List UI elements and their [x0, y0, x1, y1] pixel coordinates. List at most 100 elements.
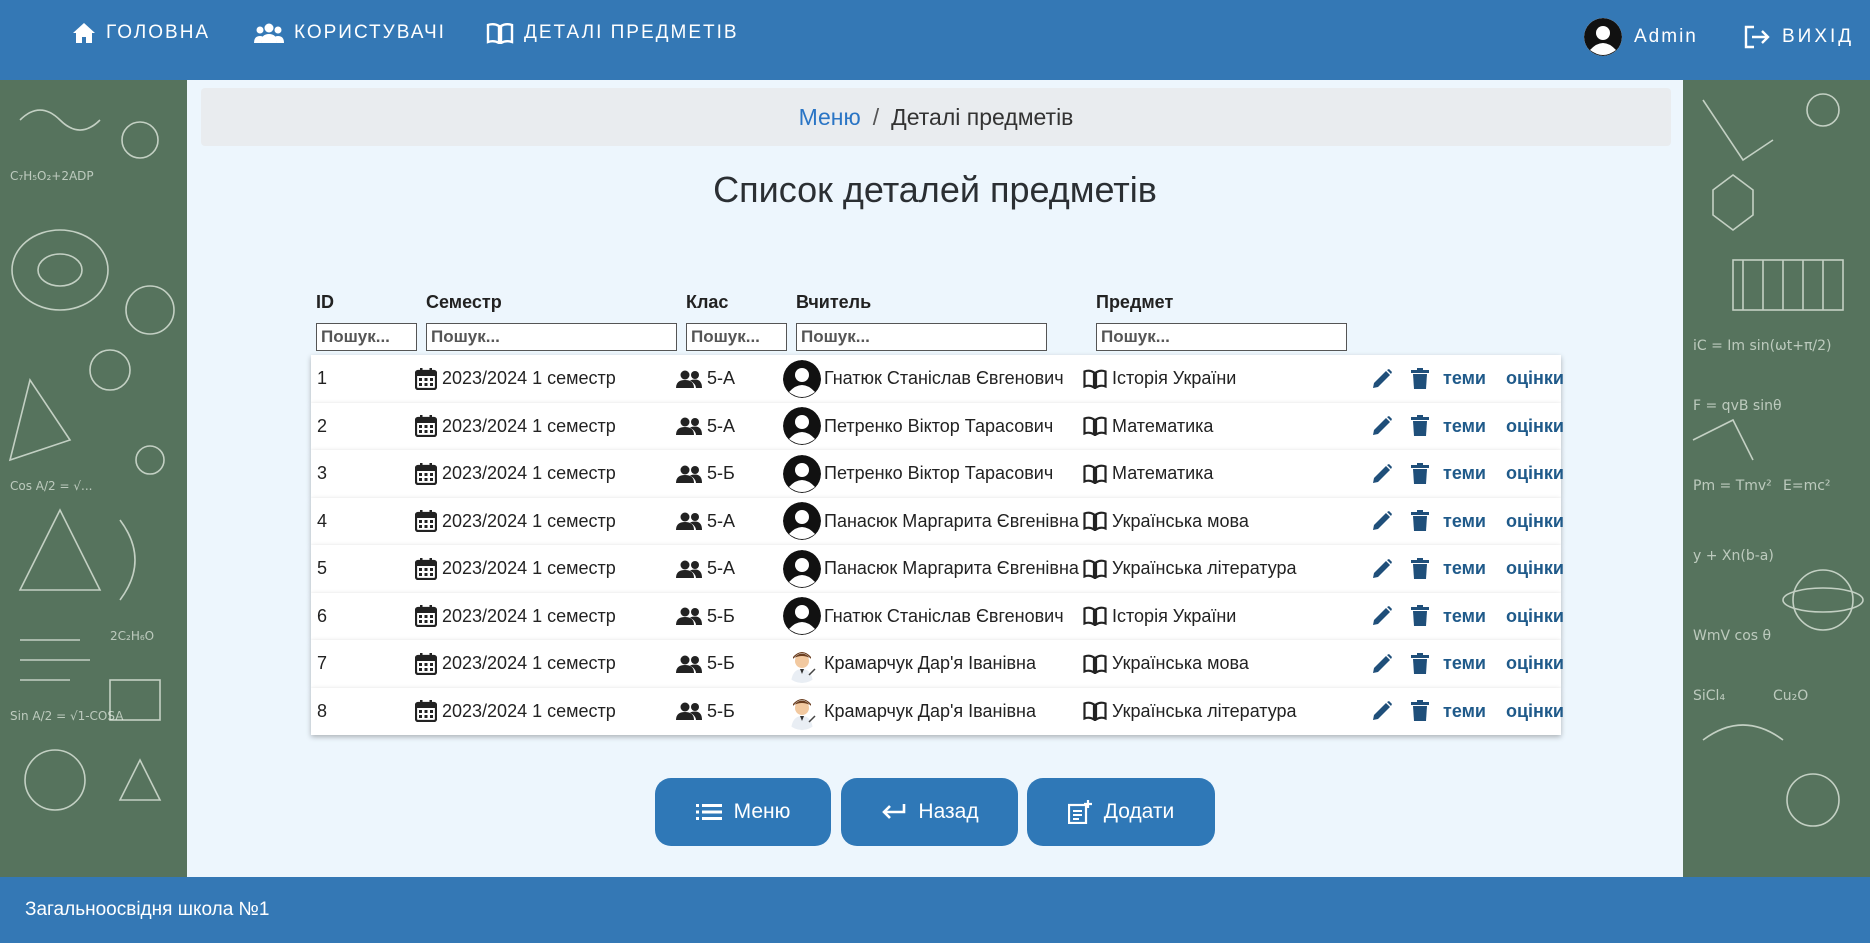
search-id-input[interactable]	[316, 323, 417, 351]
cell-teacher: Гнатюк Станіслав Євгенович	[783, 593, 1064, 641]
trash-icon	[1411, 605, 1429, 627]
cell-subject: Математика	[1083, 450, 1213, 498]
calendar-icon-wrap	[415, 605, 437, 628]
delete-button[interactable]	[1411, 510, 1429, 532]
book-icon-wrap	[1083, 369, 1107, 389]
search-subject-input[interactable]	[1096, 323, 1347, 351]
breadcrumb-menu-link[interactable]: Меню	[799, 104, 861, 131]
avatar	[783, 502, 821, 541]
calendar-icon	[415, 700, 437, 723]
menu-button[interactable]: Меню	[655, 778, 831, 846]
delete-button[interactable]	[1411, 462, 1429, 485]
admin-profile[interactable]: Admin	[1584, 18, 1698, 56]
topics-link[interactable]: теми	[1443, 416, 1486, 437]
cell-semester: 2023/2024 1 семестр	[415, 355, 616, 403]
row-teacher: Гнатюк Станіслав Євгенович	[824, 605, 1064, 626]
delete-button[interactable]	[1411, 557, 1429, 580]
grades-link[interactable]: оцінки	[1506, 511, 1564, 532]
edit-button[interactable]	[1371, 510, 1393, 532]
pencil-icon	[1373, 701, 1392, 721]
topics-link[interactable]: теми	[1443, 701, 1486, 722]
page-title: Список деталей предметів	[713, 169, 1157, 210]
user-circle-icon	[783, 549, 821, 588]
edit-button[interactable]	[1371, 653, 1393, 675]
grades-link[interactable]: оцінки	[1506, 653, 1564, 674]
table-row: 6 2023/2024 1 семестр 5-Б Гнатюк Станіслав …	[311, 592, 1564, 641]
topics-link[interactable]: теми	[1443, 653, 1486, 674]
edit-button[interactable]	[1371, 700, 1393, 722]
row-semester: 2023/2024 1 семестр	[442, 510, 616, 531]
cell-actions: теми оцінки	[1359, 498, 1564, 546]
grades-link[interactable]: оцінки	[1506, 701, 1564, 722]
grades-link[interactable]: оцінки	[1506, 416, 1564, 437]
topics-link[interactable]: теми	[1443, 511, 1486, 532]
topics-link[interactable]: теми	[1443, 558, 1486, 579]
nav-users-link[interactable]: КОРИСТУВАЧІ	[254, 18, 446, 48]
row-class: 5-Б	[707, 463, 735, 484]
search-teacher-input[interactable]	[796, 323, 1047, 351]
row-subject: Історія України	[1112, 605, 1237, 626]
cell-subject: Українська мова	[1083, 640, 1249, 688]
topics-link[interactable]: теми	[1443, 368, 1486, 389]
book-icon	[1083, 369, 1107, 389]
users-icon	[254, 23, 284, 43]
row-subject: Математика	[1112, 463, 1214, 484]
row-subject: Українська література	[1112, 558, 1297, 579]
search-semester-input[interactable]	[426, 323, 677, 351]
row-teacher: Петренко Віктор Тарасович	[824, 415, 1054, 436]
cell-class: 5-А	[676, 403, 735, 451]
cell-subject: Історія України	[1083, 355, 1236, 403]
edit-button[interactable]	[1371, 463, 1393, 485]
book-icon	[1083, 416, 1107, 437]
edit-button[interactable]	[1371, 558, 1393, 580]
delete-button[interactable]	[1411, 605, 1429, 627]
row-semester: 2023/2024 1 семестр	[442, 653, 616, 674]
users-icon-wrap	[676, 370, 702, 388]
grades-link[interactable]: оцінки	[1506, 463, 1564, 484]
table-row: 5 2023/2024 1 семестр 5-А Панасюк Маргарита…	[311, 545, 1564, 593]
chalkboard-right-decoration: iC = Im sin(ωt+π/2) F = qvB sinθ Pm = Tmv…	[1683, 80, 1870, 877]
nav-home-link[interactable]: ГОЛОВНА	[72, 18, 210, 48]
nav-subject-details-link[interactable]: ДЕТАЛІ ПРЕДМЕТІВ	[486, 18, 739, 48]
row-subject: Українська мова	[1112, 510, 1249, 531]
cell-class: 5-Б	[676, 450, 735, 498]
grades-link[interactable]: оцінки	[1506, 368, 1564, 389]
topics-link[interactable]: теми	[1443, 463, 1486, 484]
calendar-icon-wrap	[415, 700, 437, 723]
add-button[interactable]: Додати	[1027, 778, 1215, 846]
edit-button[interactable]	[1371, 415, 1393, 437]
delete-button[interactable]	[1411, 700, 1429, 722]
delete-button[interactable]	[1411, 367, 1429, 390]
search-class-input[interactable]	[686, 323, 787, 351]
back-button[interactable]: Назад	[841, 778, 1018, 846]
edit-button[interactable]	[1371, 605, 1393, 627]
book-icon	[1083, 559, 1107, 579]
grades-link[interactable]: оцінки	[1506, 606, 1564, 627]
book-icon	[486, 23, 514, 44]
logout-link[interactable]: ВИХІД	[1744, 22, 1854, 52]
cell-semester: 2023/2024 1 семестр	[415, 403, 616, 451]
edit-button[interactable]	[1371, 368, 1393, 390]
chalkboard-left-decoration: C₇H₅O₂+2ADP Cos A/2 = √... 2C₂H₆O Sin A/2 …	[0, 80, 187, 877]
cell-subject: Українська література	[1083, 688, 1297, 736]
cell-id: 6	[317, 593, 327, 641]
home-icon	[73, 23, 95, 43]
cell-class: 5-А	[676, 545, 735, 593]
calendar-icon	[415, 462, 437, 485]
topics-link[interactable]: теми	[1443, 606, 1486, 627]
column-header-id: ID	[316, 292, 334, 312]
user-circle-icon	[783, 454, 821, 493]
grades-link[interactable]: оцінки	[1506, 558, 1564, 579]
add-button-label: Додати	[1103, 800, 1175, 823]
delete-button[interactable]	[1411, 652, 1429, 675]
cell-class: 5-Б	[676, 593, 735, 641]
user-circle-icon	[783, 407, 821, 446]
row-class: 5-А	[707, 368, 736, 389]
svg-text:WmV cos θ: WmV cos θ	[1693, 628, 1771, 644]
users-icon	[676, 370, 702, 388]
row-class: 5-А	[707, 510, 736, 531]
svg-text:SiCl₄: SiCl₄	[1693, 688, 1725, 704]
avatar	[783, 597, 821, 636]
delete-button[interactable]	[1411, 415, 1429, 437]
book-icon	[1083, 464, 1107, 484]
